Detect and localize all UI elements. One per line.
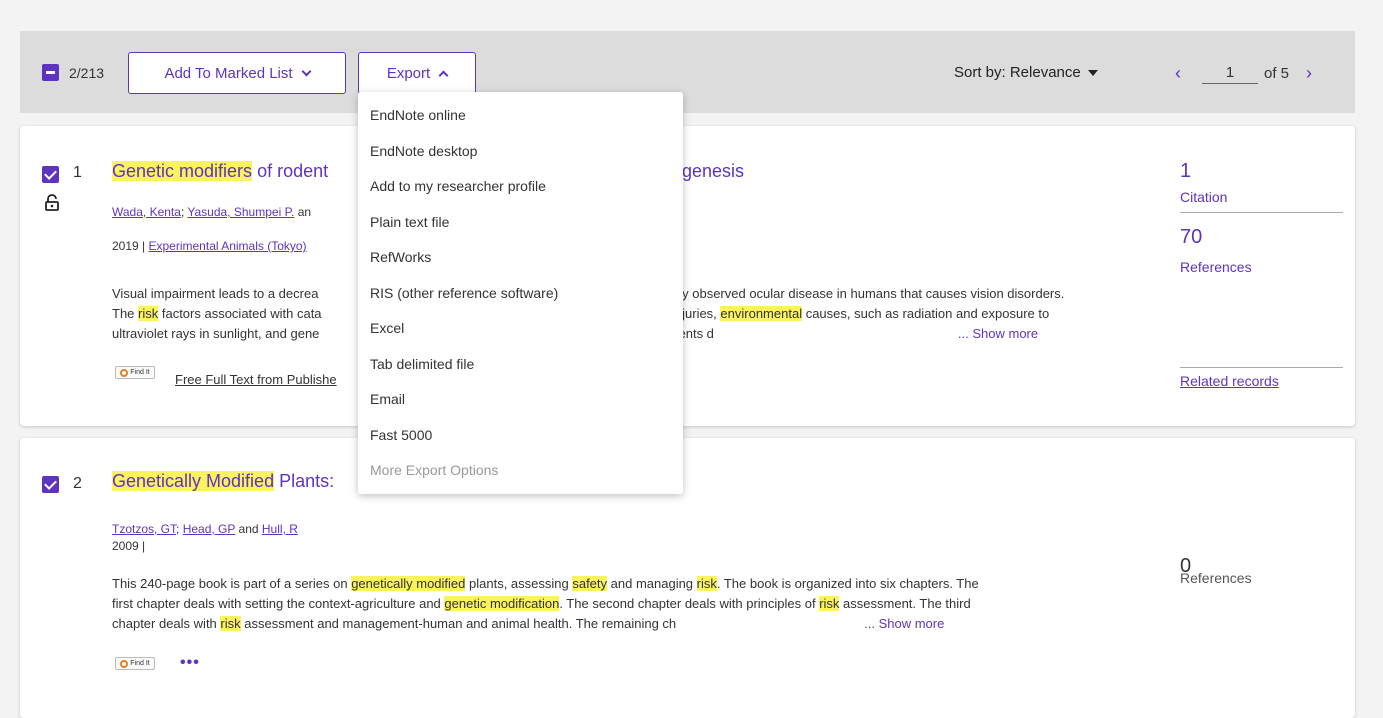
title-text: Plants: [274,471,335,491]
export-refworks[interactable]: RefWorks [370,249,431,265]
results-toolbar: 2/213 Add To Marked List Export Sort by:… [20,31,1355,113]
page-total: of 5 [1264,65,1290,82]
export-researcher-profile[interactable]: Add to my researcher profile [370,178,546,194]
record-checkbox[interactable] [42,476,59,493]
export-more-options: More Export Options [370,462,499,478]
record-abstract-right: nly observed ocular disease in humans th… [672,284,1172,344]
record-checkbox[interactable] [42,166,59,183]
chevron-up-icon [438,70,449,80]
record-title[interactable]: Genetically Modified Plants: [112,471,334,492]
author-link[interactable]: Head, GP [183,522,235,536]
record-abstract: This 240-page book is part of a series o… [112,574,1172,634]
abstract-line: injuries, environmental causes, such as … [672,306,1050,321]
metric-divider [1180,367,1343,368]
abstract-highlight: risk [138,306,159,321]
add-to-marked-list-label: Add To Marked List [164,64,293,82]
find-it-icon [120,659,129,668]
record-year: 2009 | [112,539,146,553]
export-ris[interactable]: RIS (other reference software) [370,285,558,301]
pagination: ‹ 1 of 5 › [1168,63,1319,84]
export-fast-5000[interactable]: Fast 5000 [370,427,432,443]
export-endnote-online[interactable]: EndNote online [370,107,466,123]
metric-divider [1180,212,1343,213]
show-more-link[interactable]: ... Show more [864,616,944,631]
prev-page-button[interactable]: ‹ [1168,63,1188,84]
show-more-link[interactable]: ... Show more [958,326,1038,341]
references-label: References [1180,259,1252,275]
abstract-line: first chapter deals with setting the con… [112,596,971,611]
caret-down-icon [1087,69,1098,76]
find-it-button[interactable]: Find It [115,657,155,670]
export-plain-text[interactable]: Plain text file [370,214,449,230]
related-records-link[interactable]: Related records [1180,373,1279,389]
record-year: 2019 | [112,239,146,253]
title-text: of rodent [252,161,329,181]
author-link[interactable]: Yasuda, Shumpei P. [187,205,294,219]
find-it-icon [120,368,129,377]
author-link[interactable]: Wada, Kenta [112,205,181,219]
record-authors: Tzotzos, GT; Head, GP and Hull, R [112,522,298,536]
title-text-tail: genesis [682,161,745,181]
references-label: References [1180,570,1252,586]
title-highlight: Genetically Modified [112,471,275,491]
chevron-down-icon [301,66,312,76]
sort-dropdown[interactable]: Sort by: Relevance [954,64,1098,81]
export-email[interactable]: Email [370,391,405,407]
sort-label: Sort by: Relevance [954,64,1081,81]
record-title[interactable]: Genetic modifiers of rodent [112,161,328,182]
page-number-input[interactable]: 1 [1202,64,1258,84]
export-label: Export [386,64,431,82]
open-lock-icon [45,194,59,211]
citation-label: Citation [1180,189,1228,205]
free-full-text-link[interactable]: Free Full Text from Publishe [175,372,337,387]
record-card: 1 Genetic modifiers of rodent genesis Wa… [20,126,1355,426]
references-count[interactable]: 70 [1180,226,1202,249]
record-card: 2 Genetically Modified Plants: Tzotzos, … [20,438,1355,718]
journal-link[interactable]: Experimental Animals (Tokyo) [149,239,307,253]
select-all-checkbox[interactable] [42,64,59,81]
abstract-highlight: environmental [720,306,803,321]
record-number: 1 [73,164,82,181]
abstract-line: tients d... Show more [672,326,1039,341]
export-button[interactable]: Export [358,52,476,94]
export-menu: EndNote online EndNote desktop Add to my… [358,92,683,494]
more-actions-icon[interactable]: ••• [180,654,200,672]
record-authors: Wada, Kenta; Yasuda, Shumpei P. an [112,205,312,219]
export-tab-delimited[interactable]: Tab delimited file [370,356,474,372]
citation-count[interactable]: 1 [1180,160,1191,183]
record-number: 2 [73,475,82,492]
author-link[interactable]: Tzotzos, GT [112,522,176,536]
author-link[interactable]: Hull, R [262,522,298,536]
record-source: 2019 | Experimental Animals (Tokyo) [112,239,307,253]
next-page-button[interactable]: › [1299,63,1319,84]
export-endnote-desktop[interactable]: EndNote desktop [370,143,477,159]
selected-count: 2/213 [69,65,105,81]
export-excel[interactable]: Excel [370,320,404,336]
author-tail: an [297,205,312,219]
title-highlight: Genetic modifiers [112,161,253,181]
abstract-line: This 240-page book is part of a series o… [112,576,979,591]
abstract-line: nly observed ocular disease in humans th… [672,286,1065,301]
find-it-button[interactable]: Find It [115,366,155,379]
add-to-marked-list-button[interactable]: Add To Marked List [128,52,346,94]
abstract-line: chapter deals with risk assessment and m… [112,616,945,631]
